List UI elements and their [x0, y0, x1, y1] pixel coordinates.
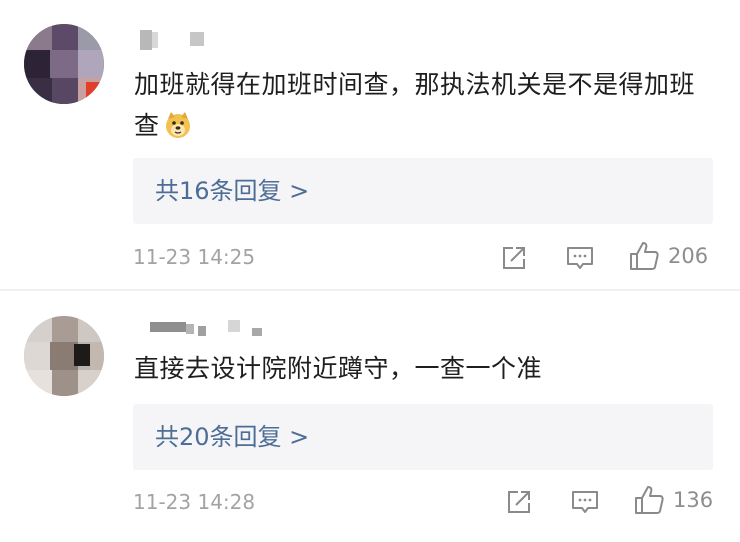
like-count: 206: [668, 244, 709, 268]
thumbs-up-icon: [630, 242, 659, 270]
view-replies-label: 共20条回复 >: [155, 423, 310, 451]
view-replies-button[interactable]: 共20条回复 >: [133, 404, 713, 470]
comment-button[interactable]: [570, 486, 600, 518]
comment-item: 加班就得在加班时间查，那执法机关是不是得加班查 共16条回复 > 11-23 1…: [0, 0, 740, 290]
comment-timestamp: 11-23 14:25: [133, 245, 256, 269]
avatar[interactable]: [24, 316, 104, 396]
comment-text: 直接去设计院附近蹲守，一查一个准: [134, 348, 714, 389]
comment-text-content: 直接去设计院附近蹲守，一查一个准: [134, 354, 543, 383]
thumbs-up-icon: [635, 486, 664, 514]
like-button[interactable]: 136: [633, 484, 713, 516]
comment-item: 直接去设计院附近蹲守，一查一个准 共20条回复 > 11-23 14:28 13…: [0, 292, 740, 542]
view-replies-label: 共16条回复 >: [155, 177, 310, 205]
like-button[interactable]: 206: [628, 240, 708, 272]
avatar[interactable]: [24, 24, 104, 104]
comment-icon: [572, 491, 598, 513]
share-button[interactable]: [505, 486, 533, 518]
username-blurred[interactable]: [134, 316, 264, 338]
share-icon: [508, 491, 530, 513]
share-button[interactable]: [500, 242, 528, 274]
comment-icon: [567, 247, 593, 269]
comment-button[interactable]: [565, 242, 595, 274]
username-blurred[interactable]: [134, 30, 224, 52]
comment-text: 加班就得在加班时间查，那执法机关是不是得加班查: [134, 64, 714, 146]
comment-text-content: 加班就得在加班时间查，那执法机关是不是得加班查: [134, 70, 696, 140]
view-replies-button[interactable]: 共16条回复 >: [133, 158, 713, 224]
divider: [0, 289, 740, 291]
comment-timestamp: 11-23 14:28: [133, 490, 256, 514]
share-icon: [503, 247, 525, 269]
doge-icon: [165, 112, 190, 138]
like-count: 136: [673, 488, 714, 512]
